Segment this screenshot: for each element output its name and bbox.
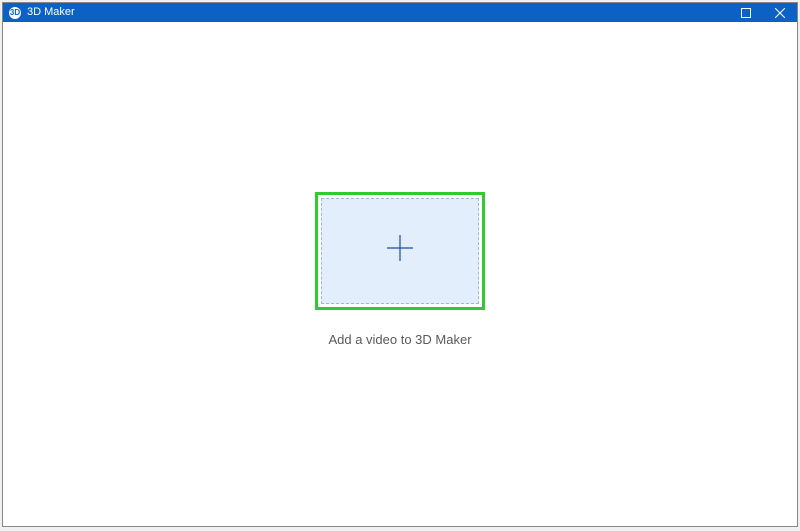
app-window: 3D 3D Maker xyxy=(2,2,798,527)
add-video-hint: Add a video to 3D Maker xyxy=(328,332,471,347)
close-button[interactable] xyxy=(763,3,797,22)
titlebar: 3D 3D Maker xyxy=(3,3,797,22)
maximize-icon xyxy=(741,8,751,18)
window-controls xyxy=(729,3,797,22)
app-title: 3D Maker xyxy=(27,3,729,22)
plus-icon xyxy=(384,232,416,269)
main-content: Add a video to 3D Maker xyxy=(3,22,797,526)
add-video-dropzone[interactable] xyxy=(321,198,479,304)
close-icon xyxy=(775,8,785,18)
app-icon: 3D xyxy=(9,7,21,19)
dropzone-highlight xyxy=(315,192,485,310)
maximize-button[interactable] xyxy=(729,3,763,22)
